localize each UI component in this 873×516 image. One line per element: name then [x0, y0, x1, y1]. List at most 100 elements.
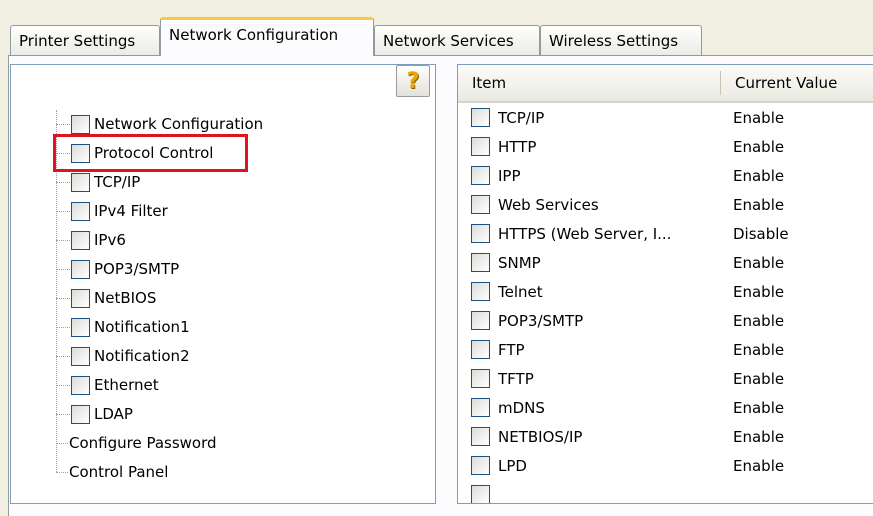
- tree-item[interactable]: NetBIOS: [71, 284, 156, 312]
- tree-item-label: Notification2: [94, 347, 190, 365]
- list-row-value: Enable: [733, 195, 785, 214]
- list-row-checkbox[interactable]: [471, 311, 490, 330]
- list-row-checkbox[interactable]: [471, 195, 490, 214]
- tab-printer-settings[interactable]: Printer Settings: [10, 25, 160, 55]
- list-row-item: NETBIOS/IP: [498, 427, 583, 446]
- list-row[interactable]: NETBIOS/IP Enable: [458, 422, 873, 451]
- list-row-checkbox[interactable]: [471, 427, 490, 446]
- tree-connector-line: [56, 443, 68, 444]
- tree-connector-line: [56, 356, 70, 357]
- tree-item[interactable]: TCP/IP: [71, 168, 140, 196]
- list-row-value: Enable: [733, 427, 785, 446]
- list-row-checkbox[interactable]: [471, 340, 490, 359]
- list-row-checkbox[interactable]: [471, 398, 490, 417]
- tree-item-label: Ethernet: [94, 376, 159, 394]
- tree-item-checkbox[interactable]: [71, 201, 90, 221]
- tree-item-checkbox[interactable]: [71, 172, 90, 192]
- list-row-item: FTP: [498, 340, 525, 359]
- tab-network-services[interactable]: Network Services: [374, 25, 540, 55]
- column-header-item[interactable]: Item: [458, 65, 720, 101]
- list-row[interactable]: POP3/SMTP Enable: [458, 306, 873, 335]
- tree-item-checkbox[interactable]: [71, 346, 90, 366]
- tree-item-checkbox[interactable]: [71, 288, 90, 308]
- tree-item[interactable]: LDAP: [71, 400, 133, 428]
- list-row[interactable]: Web Services Enable: [458, 190, 873, 219]
- list-row-item: mDNS: [498, 398, 545, 417]
- list-row-item: HTTPS (Web Server, I...: [498, 224, 672, 243]
- list-row[interactable]: TFTP Enable: [458, 364, 873, 393]
- tree-item[interactable]: POP3/SMTP: [71, 255, 179, 283]
- list-row[interactable]: LPD Enable: [458, 451, 873, 480]
- list-row-checkbox[interactable]: [471, 166, 490, 185]
- list-row-value: Enable: [733, 253, 785, 272]
- list-row-checkbox[interactable]: [471, 253, 490, 272]
- tree-item[interactable]: Configure Password: [69, 429, 217, 457]
- list-row[interactable]: HTTPS (Web Server, I... Disable: [458, 219, 873, 248]
- list-row[interactable]: Telnet Enable: [458, 277, 873, 306]
- tree-item-checkbox[interactable]: [71, 375, 90, 395]
- tab-network-configuration[interactable]: Network Configuration: [160, 17, 374, 56]
- tree-item[interactable]: IPv4 Filter: [71, 197, 168, 225]
- tree-item-checkbox[interactable]: [71, 317, 90, 337]
- tree-item-checkbox[interactable]: [71, 114, 90, 134]
- tree-item-label: Control Panel: [69, 463, 169, 481]
- tree-item-label: IPv6: [94, 231, 126, 249]
- list-row-item: Web Services: [498, 195, 599, 214]
- tree-item-label: Configure Password: [69, 434, 217, 452]
- help-icon: ?: [406, 68, 420, 94]
- list-row-checkbox[interactable]: [471, 456, 490, 475]
- selection-highlight: [53, 134, 248, 172]
- tree-item[interactable]: Control Panel: [69, 458, 168, 486]
- list-header: Item Current Value: [458, 65, 873, 103]
- list-row-checkbox[interactable]: [471, 282, 490, 301]
- tree-connector-line: [56, 472, 68, 473]
- tree-connector-line: [56, 240, 70, 241]
- tree-item-label: Network Configuration: [94, 115, 264, 133]
- tree-item[interactable]: Notification2: [71, 342, 190, 370]
- tree-item-label: LDAP: [94, 405, 133, 423]
- list-row[interactable]: IPP Enable: [458, 161, 873, 190]
- list-row-checkbox[interactable]: [471, 224, 490, 243]
- list-row-item: HTTP: [498, 137, 537, 156]
- column-header-current-value[interactable]: Current Value: [721, 65, 873, 101]
- list-row[interactable]: mDNS Enable: [458, 393, 873, 422]
- list-row[interactable]: FTP Enable: [458, 335, 873, 364]
- list-row-item: TFTP: [498, 369, 534, 388]
- tree-item-label: NetBIOS: [94, 289, 157, 307]
- list-row-checkbox[interactable]: [471, 108, 490, 127]
- list-row-value: Enable: [733, 108, 785, 127]
- tree-connector-line: [56, 327, 70, 328]
- tree-item-label: POP3/SMTP: [94, 260, 180, 278]
- tree-connector-line: [56, 182, 70, 183]
- list-row-value: Enable: [733, 340, 785, 359]
- list-row-item: IPP: [498, 166, 521, 185]
- list-row-item: POP3/SMTP: [498, 311, 584, 330]
- tree-item[interactable]: Ethernet: [71, 371, 159, 399]
- list-row-value: Enable: [733, 166, 785, 185]
- help-button[interactable]: ?: [396, 65, 430, 97]
- list-row-value: Enable: [733, 137, 785, 156]
- list-row[interactable]: HTTP Enable: [458, 132, 873, 161]
- list-row-value: Enable: [733, 282, 785, 301]
- list-row-value: Enable: [733, 456, 785, 475]
- tree-item-checkbox[interactable]: [71, 259, 90, 279]
- list-row-checkbox[interactable]: [471, 485, 490, 503]
- list-row[interactable]: SNMP Enable: [458, 248, 873, 277]
- tree-item-label: TCP/IP: [94, 173, 141, 191]
- tree-item-label: IPv4 Filter: [94, 202, 168, 220]
- list-row-checkbox[interactable]: [471, 369, 490, 388]
- list-row[interactable]: TCP/IP Enable: [458, 103, 873, 132]
- list-row-partial[interactable]: [458, 480, 873, 503]
- list-row-checkbox[interactable]: [471, 137, 490, 156]
- settings-tree: Network Configuration Protocol Control TCP…: [10, 64, 436, 504]
- list-row-value: Enable: [733, 369, 785, 388]
- tree-item-checkbox[interactable]: [71, 230, 90, 250]
- tree-item[interactable]: Notification1: [71, 313, 190, 341]
- tree-item[interactable]: IPv6: [71, 226, 126, 254]
- tree-connector-line: [56, 124, 70, 125]
- tab-wireless-settings[interactable]: Wireless Settings: [540, 25, 702, 55]
- tree-item-checkbox[interactable]: [71, 404, 90, 424]
- list-row-value: Disable: [733, 224, 789, 243]
- tree-connector-line: [56, 414, 70, 415]
- list-row-value: Enable: [733, 398, 785, 417]
